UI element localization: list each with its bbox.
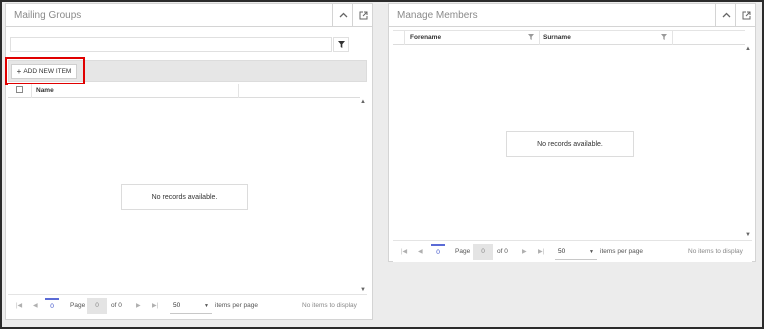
chevron-down-icon: ▼ [589,249,594,255]
external-link-icon [742,11,751,19]
panel-title: Mailing Groups [14,10,82,21]
items-per-page-label: items per page [600,248,643,255]
manage-members-pager: |◀ ◀ 0 Page 0 of 0 ▶ ▶| 50 ▼ items per p… [393,240,752,262]
current-page-number[interactable]: 0 [431,244,445,260]
first-page-icon[interactable]: |◀ [16,302,22,309]
filter-input[interactable] [10,37,332,52]
manage-members-header: Manage Members [389,4,755,27]
of-pages-label: of 0 [497,248,508,255]
next-page-icon[interactable]: ▶ [136,302,141,309]
collapse-button[interactable] [715,4,737,26]
last-page-icon[interactable]: ▶| [152,302,158,309]
items-per-page-label: items per page [215,302,258,309]
first-page-icon[interactable]: |◀ [401,248,407,255]
select-all-column [8,84,32,98]
pager-status: No items to display [302,302,357,309]
of-pages-label: of 0 [111,302,122,309]
scroll-up-icon[interactable]: ▲ [745,46,751,52]
pager-status: No items to display [688,248,743,255]
scroll-up-icon[interactable]: ▲ [360,99,366,105]
page-label: Page [455,248,471,255]
popout-button[interactable] [352,4,374,26]
empty-message: No records available. [121,184,248,210]
mailing-groups-pager: |◀ ◀ 0 Page 0 of 0 ▶ ▶| 50 ▼ items per p… [8,294,367,316]
scroll-down-icon[interactable]: ▼ [745,232,751,238]
chevron-up-icon [722,12,731,18]
filter-icon[interactable] [528,34,534,40]
page-input[interactable]: 0 [87,298,107,314]
last-page-icon[interactable]: ▶| [538,248,544,255]
page-size-select[interactable]: 50 ▼ [555,244,597,260]
column-header-name[interactable]: Name [32,84,239,98]
select-all-checkbox[interactable] [16,86,23,93]
external-link-icon [359,11,368,19]
row-indicator-column [393,31,405,45]
popout-button[interactable] [735,4,757,26]
next-page-icon[interactable]: ▶ [522,248,527,255]
page-size-value: 50 [558,248,566,255]
mailing-groups-grid-header: Name [8,84,360,98]
page-size-select[interactable]: 50 ▼ [170,298,212,314]
filter-icon [337,41,345,48]
mailing-groups-header: Mailing Groups [6,4,372,27]
empty-message: No records available. [506,131,634,157]
filter-button[interactable] [333,37,349,52]
panel-title: Manage Members [397,10,478,21]
filter-icon[interactable] [661,34,667,40]
page-input[interactable]: 0 [473,244,493,260]
column-header-forename[interactable]: Forename [405,31,540,45]
chevron-down-icon: ▼ [204,303,209,309]
chevron-up-icon [339,12,348,18]
column-header-surname[interactable]: Surname [540,31,673,45]
scroll-down-icon[interactable]: ▼ [360,287,366,293]
page-size-value: 50 [173,302,181,309]
prev-page-icon[interactable]: ◀ [418,248,423,255]
prev-page-icon[interactable]: ◀ [33,302,38,309]
column-label: Name [36,87,54,94]
highlight-box [5,57,85,85]
column-label: Forename [410,34,442,41]
current-page-number[interactable]: 0 [45,298,59,314]
page-label: Page [70,302,86,309]
collapse-button[interactable] [332,4,354,26]
manage-members-grid-header: Forename Surname [393,30,745,45]
column-label: Surname [543,34,571,41]
